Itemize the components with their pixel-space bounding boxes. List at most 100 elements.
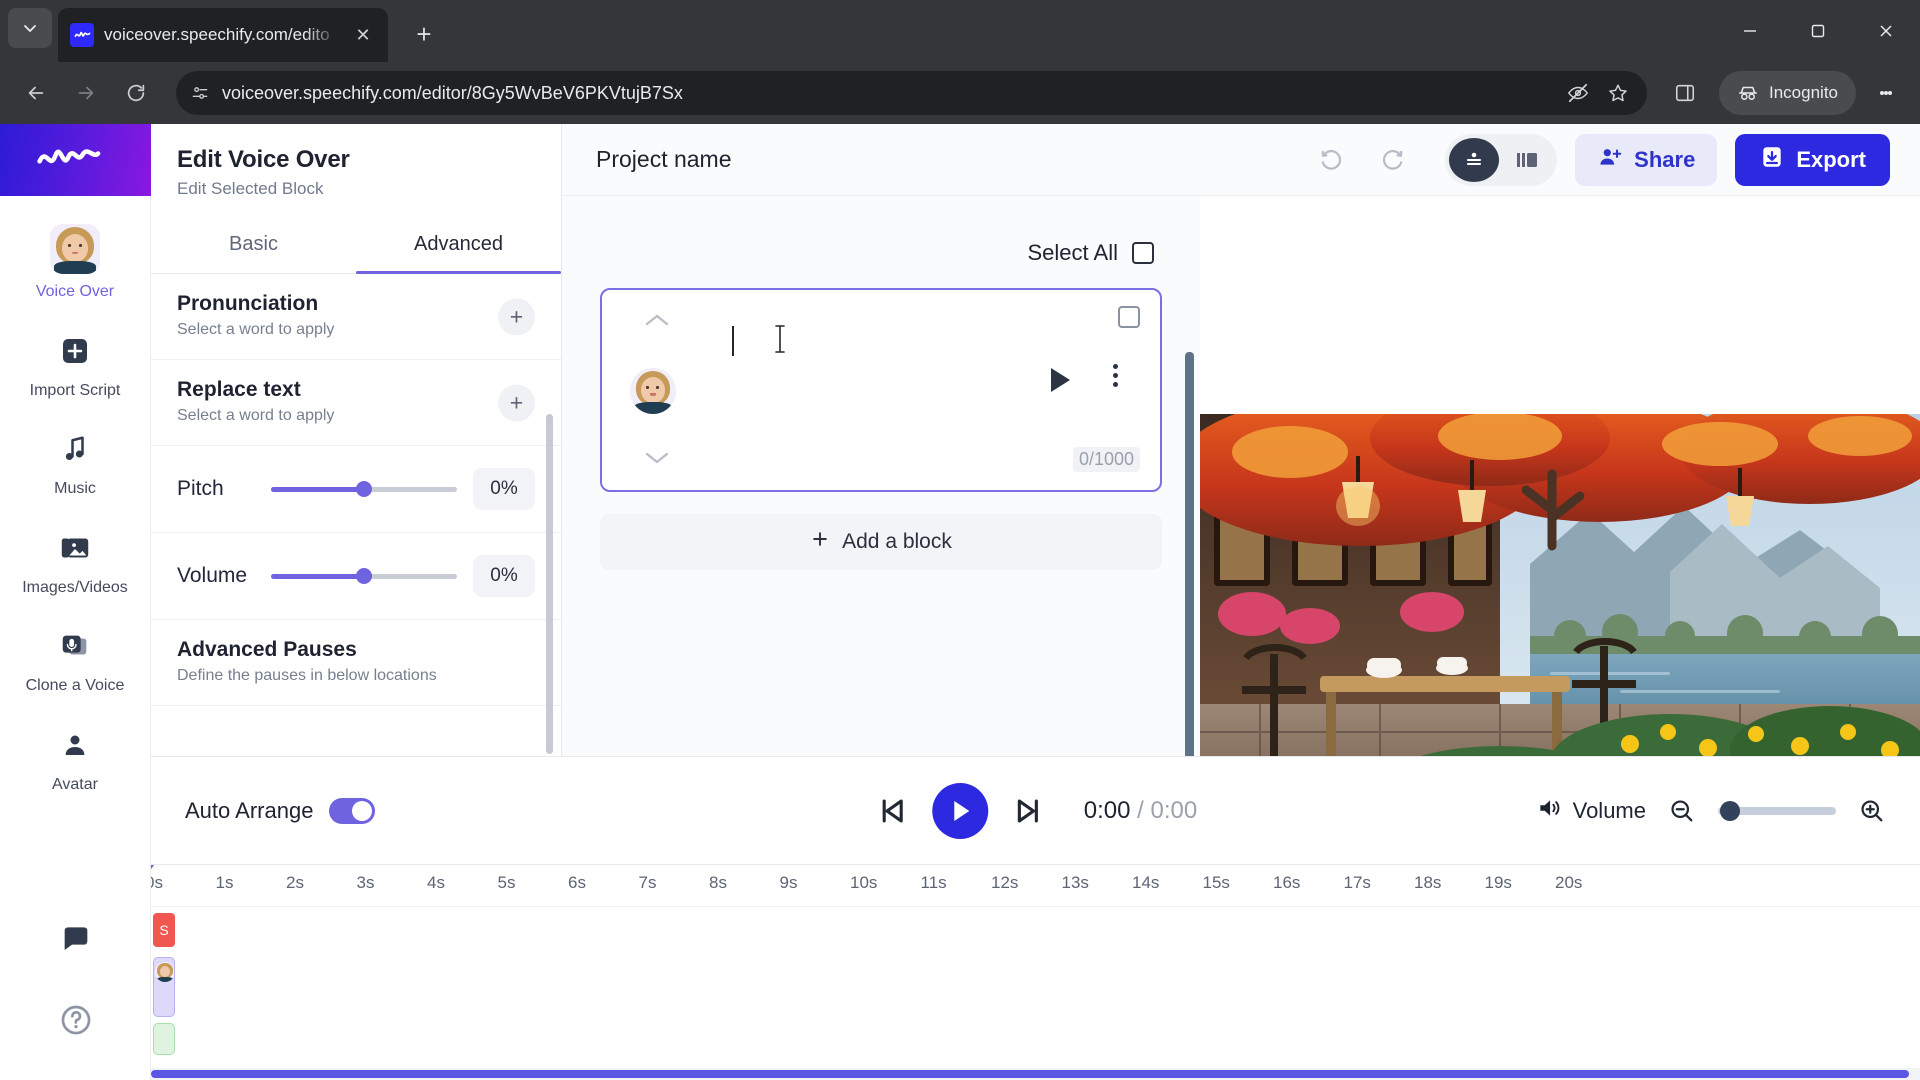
pitch-slider-knob[interactable] [356, 481, 372, 497]
project-name-input[interactable]: Project name [596, 146, 732, 173]
tab-search-button[interactable] [8, 8, 52, 48]
timeline-ruler[interactable]: 0s1s2s3s4s5s6s7s8s9s10s11s12s13s14s15s16… [151, 865, 1920, 907]
timeline-zoom-knob[interactable] [1720, 800, 1740, 821]
select-all-checkbox[interactable] [1132, 242, 1154, 264]
window-minimize-button[interactable] [1716, 0, 1784, 62]
timeline-tick-label: 17s [1343, 873, 1371, 892]
block-menu-button[interactable] [1113, 364, 1118, 387]
sidebar-item-clone-a-voice[interactable]: Clone a Voice [0, 610, 150, 709]
timeline-zoom-slider[interactable] [1718, 800, 1836, 821]
advanced-pauses-row[interactable]: Advanced Pauses Define the pauses in bel… [151, 620, 561, 706]
sidebar-item-chat[interactable] [0, 902, 151, 974]
add-replace-text-button[interactable]: + [498, 384, 535, 421]
pitch-value[interactable]: 0% [473, 468, 535, 510]
tab-basic[interactable]: Basic [151, 217, 356, 273]
timeline-tick-label: 1s [215, 873, 234, 892]
site-settings-icon[interactable] [190, 83, 210, 103]
eye-off-icon[interactable] [1567, 82, 1589, 104]
volume-slider[interactable] [271, 568, 457, 584]
panel-scrollbar[interactable] [546, 414, 553, 754]
speechify-editor-app: Voice Over Import Script Music Images/Vi… [0, 124, 1920, 1080]
timeline-voice-clip[interactable] [153, 957, 175, 1017]
chevron-up-icon[interactable] [644, 312, 670, 328]
play-button[interactable] [931, 782, 988, 839]
block-checkbox[interactable] [1118, 306, 1140, 328]
timeline-horizontal-scrollbar[interactable] [151, 1068, 1920, 1080]
plus-square-icon [53, 329, 97, 373]
voice-avatar-icon [50, 224, 100, 274]
reload-button[interactable] [114, 71, 158, 115]
block-voice-avatar[interactable] [630, 368, 676, 414]
skip-next-button[interactable] [1012, 794, 1046, 828]
maximize-icon [1811, 24, 1825, 38]
volume-button[interactable]: Volume [1536, 795, 1646, 826]
sidebar-item-help[interactable] [0, 984, 151, 1056]
replace-text-subtitle: Select a word to apply [177, 407, 335, 424]
zoom-out-button[interactable] [1668, 797, 1696, 825]
pitch-slider-row: Pitch 0% [151, 446, 561, 533]
chrome-menu-button[interactable] [1866, 71, 1906, 115]
script-block-card[interactable]: 0/1000 [600, 288, 1162, 492]
person-icon [53, 723, 97, 767]
timeline-tick-label: 20s [1555, 873, 1583, 892]
sidebar-item-images-videos[interactable]: Images/Videos [0, 512, 150, 611]
sidebar-item-music[interactable]: Music [0, 413, 150, 512]
export-button[interactable]: Export [1735, 133, 1890, 186]
sidebar-item-label: Voice Over [35, 283, 115, 300]
pitch-slider[interactable] [271, 481, 457, 497]
voice-view-button[interactable] [1449, 137, 1500, 182]
timeline-tick-label: 7s [638, 873, 657, 892]
timeline-playhead[interactable] [151, 865, 154, 878]
timeline-subtitle-clip[interactable]: S [153, 913, 175, 947]
i-beam-cursor-icon [774, 324, 786, 354]
arrow-left-icon [28, 86, 44, 100]
replace-text-title: Replace text [177, 378, 301, 401]
volume-slider-knob[interactable] [356, 568, 372, 584]
timeline-tick-label: 9s [779, 873, 798, 892]
auto-arrange-toggle[interactable] [329, 797, 376, 824]
incognito-indicator[interactable]: Incognito [1719, 71, 1856, 115]
sidebar-item-avatar[interactable]: Avatar [0, 709, 150, 808]
playbar-right-tools: Volume [1536, 795, 1886, 826]
tab-advanced[interactable]: Advanced [356, 217, 561, 274]
timeline[interactable]: 0s1s2s3s4s5s6s7s8s9s10s11s12s13s14s15s16… [151, 864, 1920, 1080]
sidebar-item-voice-over[interactable]: Voice Over [0, 210, 150, 315]
star-icon[interactable] [1607, 82, 1629, 104]
redo-button[interactable] [1371, 138, 1415, 182]
timeline-tick-label: 13s [1061, 873, 1089, 892]
undo-button[interactable] [1309, 138, 1353, 182]
window-close-button[interactable] [1852, 0, 1920, 62]
side-panel-button[interactable] [1663, 71, 1707, 115]
images-icon [53, 526, 97, 570]
tab-close-button[interactable]: ✕ [350, 22, 376, 48]
add-pronunciation-button[interactable]: + [498, 298, 535, 335]
speechify-logo[interactable] [0, 124, 151, 196]
skip-previous-button[interactable] [874, 794, 908, 828]
window-maximize-button[interactable] [1784, 0, 1852, 62]
view-mode-toggle [1445, 133, 1558, 186]
timeline-audio-clip[interactable] [153, 1023, 175, 1055]
sidebar-item-import-script[interactable]: Import Script [0, 315, 150, 414]
layers-view-button[interactable] [1501, 138, 1553, 182]
volume-value[interactable]: 0% [473, 555, 535, 597]
browser-tab[interactable]: voiceover.speechify.com/edito ✕ [58, 8, 388, 62]
add-block-button[interactable]: Add a block [600, 514, 1162, 570]
video-preview[interactable] [1200, 196, 1920, 756]
sidebar-item-label: Music [54, 480, 96, 498]
browser-toolbar: voiceover.speechify.com/editor/8Gy5WvBeV… [0, 62, 1920, 124]
scrollbar-thumb[interactable] [151, 1070, 1909, 1078]
block-play-button[interactable] [1051, 368, 1070, 392]
chevron-down-icon[interactable] [644, 450, 670, 466]
editor-body: Select All 0/1000 Add a block [562, 196, 1200, 944]
sidebar-item-label: Import Script [29, 381, 121, 399]
forward-button[interactable] [64, 71, 108, 115]
back-button[interactable] [14, 71, 58, 115]
zoom-in-button[interactable] [1858, 797, 1886, 825]
speaker-icon [1536, 795, 1562, 826]
add-block-label: Add a block [842, 530, 952, 553]
undo-icon [1321, 149, 1342, 170]
share-button[interactable]: Share [1575, 133, 1718, 186]
new-tab-button[interactable]: + [404, 14, 444, 54]
address-bar[interactable]: voiceover.speechify.com/editor/8Gy5WvBeV… [176, 71, 1647, 115]
download-icon [1759, 144, 1785, 176]
